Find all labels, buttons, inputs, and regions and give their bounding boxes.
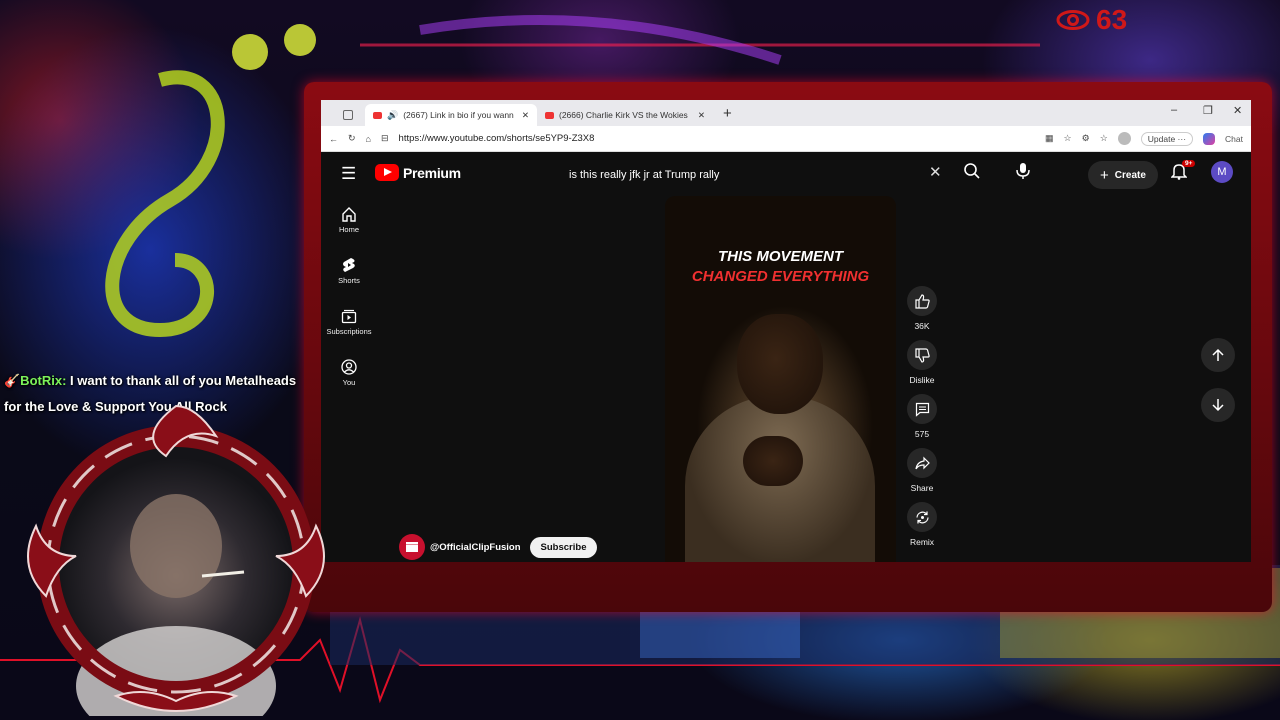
remix-button[interactable]: Remix [901,502,943,547]
subscribe-button[interactable]: Subscribe [529,536,598,558]
favorites-bar-icon[interactable]: ☆ [1100,133,1108,144]
youtube-favicon-icon [373,111,382,119]
site-info-icon[interactable]: ⊟ [381,133,389,144]
chat-username: 🎸BotRix: [4,373,71,388]
extensions-icon[interactable]: ⚙ [1082,133,1090,144]
close-window-icon[interactable]: ✕ [1233,104,1242,117]
tribal-frame-decor [27,404,325,720]
channel-info: @OfficialClipFusion Subscribe [399,534,598,560]
create-label: Create [1114,169,1146,181]
plus-icon: + [1100,166,1109,184]
dislike-button[interactable]: Dislike [901,340,943,385]
url-field[interactable]: https://www.youtube.com/shorts/se5YP9-Z3… [399,133,1035,144]
minimize-icon[interactable]: – [1171,104,1177,116]
share-button[interactable]: Share [901,448,943,493]
sidebar-item-shorts[interactable]: Shorts [325,257,373,285]
favorite-icon[interactable]: ☆ [1064,133,1072,144]
thumbs-down-icon [914,347,930,363]
arrow-up-icon [1212,348,1224,361]
profile-icon[interactable] [1117,132,1131,145]
tab-actions-icon[interactable] [343,110,353,120]
share-label: Share [910,483,934,493]
sidebar-item-subscriptions[interactable]: Subscriptions [325,308,373,336]
stream-overlay-background: 63 🎸BotRix: I want to thank all of you M… [0,0,1280,720]
comment-icon [915,402,929,417]
back-icon[interactable]: ← [329,134,338,144]
home-icon[interactable]: ⌂ [366,134,371,144]
refresh-icon[interactable]: ↻ [348,133,356,144]
sidebar-label: You [342,378,356,387]
menu-icon[interactable]: ☰ [341,164,356,184]
notification-count-badge: 9+ [1182,160,1196,167]
youtube-favicon-icon [545,111,554,119]
user-icon [341,359,357,375]
sidebar-label: Subscriptions [326,327,372,336]
youtube-premium-logo[interactable]: Premium [375,164,461,181]
new-tab-icon[interactable]: + [723,105,732,122]
chat-button[interactable]: Chat [1225,134,1243,144]
close-tab-icon[interactable]: ✕ [698,110,705,121]
channel-handle[interactable]: @OfficialClipFusion [430,542,521,553]
browser-window: 🔊 (2667) Link in bio if you wann ✕ (2666… [321,100,1251,562]
address-bar: ← ↻ ⌂ ⊟ https://www.youtube.com/shorts/s… [321,126,1251,152]
search-input[interactable]: is this really jfk jr at Trump rally [557,160,955,190]
video-caption-line-2: CHANGED EVERYTHING [691,268,870,285]
shorts-video-player[interactable]: THIS MOVEMENT CHANGED EVERYTHING [665,196,896,562]
tab-title: (2667) Link in bio if you wann [403,110,514,120]
tab-title: (2666) Charlie Kirk VS the Wokies [559,110,688,120]
youtube-header: ☰ Premium is this really jfk jr at Trump… [321,152,1251,196]
maximize-icon[interactable]: ❐ [1203,104,1213,117]
tab-active[interactable]: 🔊 (2667) Link in bio if you wann ✕ [365,104,537,126]
close-tab-icon[interactable]: ✕ [522,110,529,121]
webcam-feed [16,396,336,720]
comments-button[interactable]: 575 [901,394,943,439]
eye-icon [1056,10,1090,30]
youtube-play-icon [375,164,399,181]
sidebar-item-home[interactable]: Home [325,206,373,234]
subscriptions-icon [341,309,357,324]
film-clapper-icon [406,542,418,552]
clear-search-icon[interactable]: ✕ [929,163,942,181]
account-avatar[interactable]: M [1211,161,1233,183]
remix-label: Remix [909,537,935,547]
channel-avatar[interactable] [399,534,425,560]
microphone-icon[interactable] [1015,162,1031,185]
speaker-icon: 🔊 [387,109,399,120]
search-icon[interactable] [963,162,981,185]
reader-icon[interactable]: ▦ [1045,133,1054,144]
viewer-count-value: 63 [1096,4,1128,35]
update-button[interactable]: Update ··· [1140,131,1194,146]
like-button[interactable]: 36K [901,286,943,331]
sidebar-label: Shorts [338,276,360,285]
viewer-count: 63 [1056,4,1127,36]
sidebar-item-you[interactable]: You [325,359,373,387]
sidebar-label: Home [338,225,359,234]
tab-strip: 🔊 (2667) Link in bio if you wann ✕ (2666… [321,100,1251,126]
copilot-icon[interactable] [1203,132,1216,145]
logo-text: Premium [403,164,461,181]
thumbs-up-icon [914,293,930,309]
home-icon [342,207,356,222]
shorts-icon [343,258,355,272]
create-button[interactable]: + Create [1088,161,1158,189]
tab-inactive[interactable]: (2666) Charlie Kirk VS the Wokies ✕ [537,104,713,126]
previous-short-button[interactable] [1201,338,1235,372]
comment-count: 575 [914,429,930,439]
arrow-down-icon [1212,399,1224,412]
video-caption-line-1: THIS MOVEMENT [717,248,843,265]
video-subject-head [737,314,823,414]
youtube-page: ☰ Premium is this really jfk jr at Trump… [321,152,1251,562]
share-icon [914,456,930,469]
next-short-button[interactable] [1201,388,1235,422]
video-subject-hands [743,436,803,486]
like-count: 36K [914,321,930,331]
dislike-label: Dislike [909,375,935,385]
remix-icon [915,511,929,523]
